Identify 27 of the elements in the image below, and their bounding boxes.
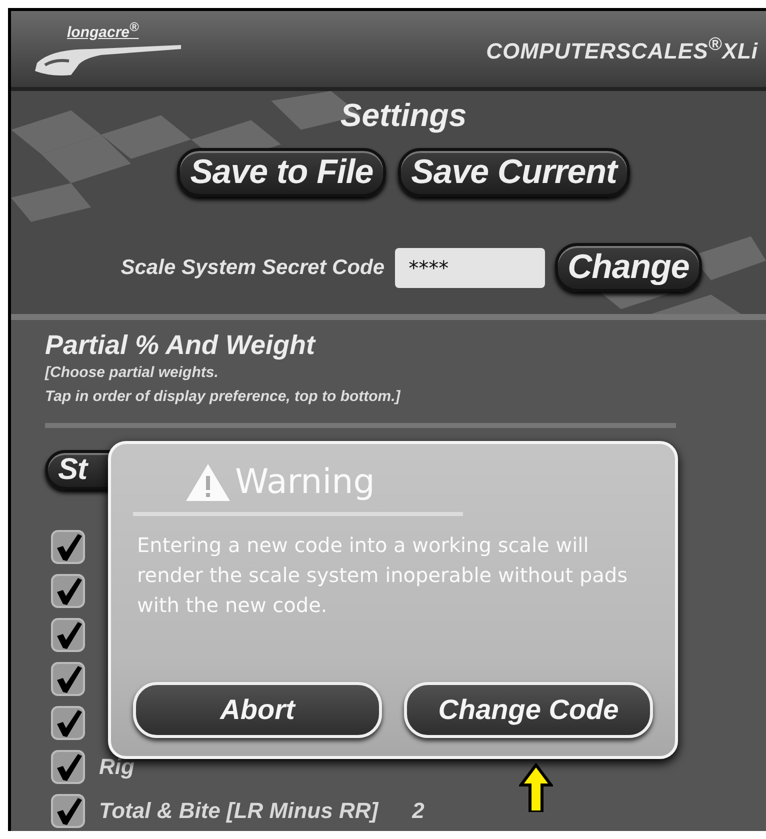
confirm-button[interactable]: Change Code	[404, 682, 653, 738]
checkbox[interactable]	[51, 530, 85, 564]
checkbox[interactable]	[51, 662, 85, 696]
dialog-title: Warning	[235, 462, 375, 502]
checkbox[interactable]	[51, 706, 85, 740]
hint-text: Tap in order of display preference, top to bottom.]	[45, 387, 402, 407]
abort-button[interactable]: Abort	[133, 682, 382, 738]
logo-text: longacre$^{®}$	[67, 20, 140, 40]
row-label: Total & Bite [LR Minus RR]	[99, 798, 378, 824]
arrow-icon	[519, 763, 553, 812]
secret-code-label: Scale System Secret Code	[120, 256, 385, 280]
checkbox[interactable]	[51, 574, 85, 608]
save-to-file-button[interactable]: Save to File	[177, 148, 386, 197]
warning-icon	[185, 462, 231, 502]
change-button[interactable]: Change	[554, 243, 702, 292]
hint-text: [Choose partial weights.	[45, 363, 220, 383]
secret-code-field[interactable]: ****	[394, 248, 545, 288]
checkbox[interactable]	[51, 794, 85, 828]
product-name: COMPUTERSCALES$^{®}$XLi	[486, 33, 758, 65]
dialog-message: Entering a new code into a working scale will render the scale system inoperable without pads with the new code.	[137, 532, 629, 619]
checkbox[interactable]	[51, 750, 85, 784]
save-current-button[interactable]: Save Current	[398, 148, 630, 197]
page-title: Settings	[340, 97, 467, 134]
section-title: Partial % And Weight	[45, 330, 317, 361]
row-value: 2	[412, 798, 424, 824]
row-label: Rig	[99, 754, 134, 780]
checkbox[interactable]	[51, 618, 85, 652]
